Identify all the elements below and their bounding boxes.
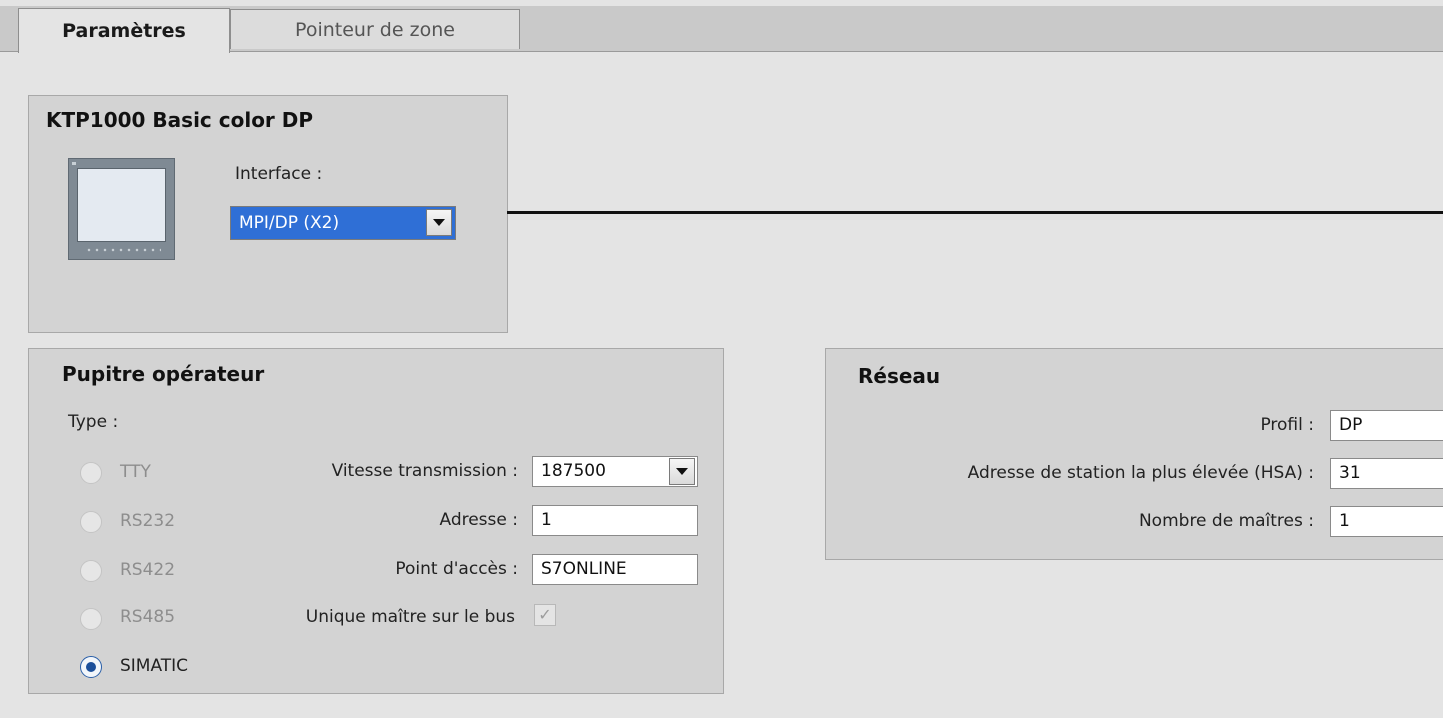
tab-parametres[interactable]: Paramètres: [18, 8, 230, 53]
radio-rs485-label: RS485: [120, 607, 176, 627]
hsa-label: Adresse de station la plus élevée (HSA) …: [967, 463, 1314, 483]
radio-simatic[interactable]: [80, 656, 102, 678]
tab-label: Pointeur de zone: [295, 18, 455, 41]
device-keys: [85, 248, 161, 252]
baud-rate-dropdown-button[interactable]: [669, 458, 695, 485]
profile-value: DP: [1339, 415, 1363, 435]
hmi-panel-icon: [68, 158, 175, 260]
masters-label: Nombre de maîtres :: [1138, 511, 1314, 531]
interface-dropdown-button[interactable]: [426, 209, 452, 236]
interface-label: Interface :: [235, 164, 323, 184]
interface-select-value: MPI/DP (X2): [239, 213, 340, 233]
device-led: [72, 162, 76, 165]
tab-label: Paramètres: [62, 20, 186, 42]
chevron-down-icon: [676, 468, 688, 475]
checkmark-icon: ✓: [538, 605, 552, 624]
single-master-label: Unique maître sur le bus: [305, 607, 515, 627]
access-point-value: S7ONLINE: [541, 559, 627, 579]
type-label: Type :: [68, 412, 119, 432]
single-master-checkbox[interactable]: ✓: [534, 604, 556, 626]
radio-rs232[interactable]: [80, 511, 102, 533]
device-screen: [77, 168, 166, 242]
network-line: [507, 211, 1443, 214]
radio-tty-label: TTY: [120, 462, 151, 482]
radio-rs422-label: RS422: [120, 560, 176, 580]
tab-pointeur-de-zone[interactable]: Pointeur de zone: [230, 9, 520, 49]
radio-rs485[interactable]: [80, 608, 102, 630]
address-label: Adresse :: [439, 510, 518, 530]
radio-tty[interactable]: [80, 462, 102, 484]
baud-rate-label: Vitesse transmission :: [331, 461, 518, 481]
radio-rs422[interactable]: [80, 560, 102, 582]
operator-panel-title: Pupitre opérateur: [62, 362, 265, 386]
hsa-input[interactable]: 31: [1330, 458, 1443, 489]
access-point-input[interactable]: S7ONLINE: [532, 554, 698, 585]
baud-rate-value: 187500: [541, 461, 606, 481]
masters-input[interactable]: 1: [1330, 506, 1443, 537]
masters-value: 1: [1339, 511, 1350, 531]
address-value: 1: [541, 510, 552, 530]
profile-input[interactable]: DP: [1330, 410, 1443, 441]
access-point-label: Point d'accès :: [395, 559, 518, 579]
radio-rs232-label: RS232: [120, 511, 176, 531]
radio-simatic-label: SIMATIC: [120, 656, 189, 676]
network-title: Réseau: [858, 364, 941, 388]
hsa-value: 31: [1339, 463, 1361, 483]
profile-label: Profil :: [1260, 415, 1314, 435]
interface-select[interactable]: MPI/DP (X2): [230, 206, 456, 240]
tab-strip: Paramètres Pointeur de zone: [0, 0, 1443, 53]
chevron-down-icon: [433, 219, 445, 226]
device-title: KTP1000 Basic color DP: [46, 108, 314, 132]
address-input[interactable]: 1: [532, 505, 698, 536]
